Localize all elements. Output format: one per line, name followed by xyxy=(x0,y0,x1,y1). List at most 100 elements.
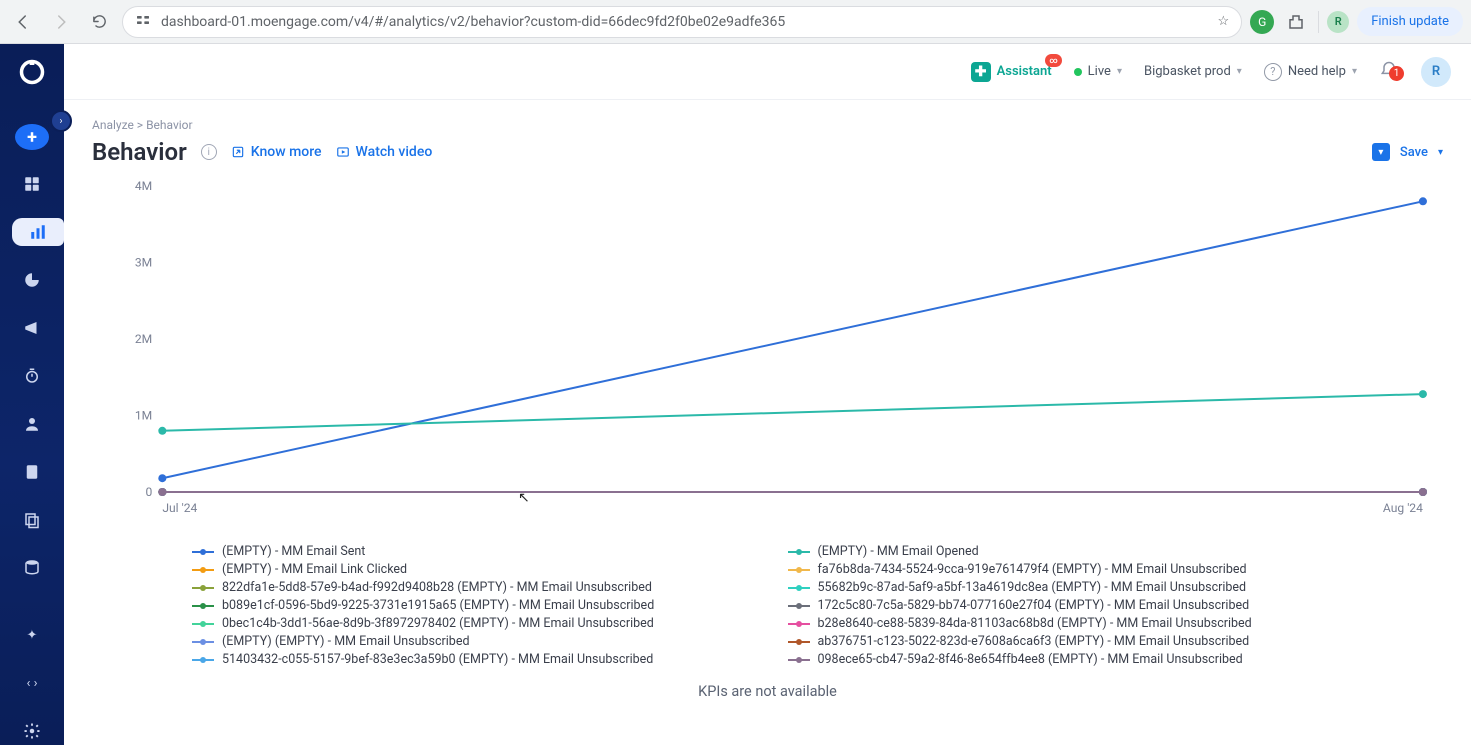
notification-count: 1 xyxy=(1389,66,1404,81)
nav-dashboard-icon[interactable] xyxy=(14,170,50,198)
legend-item[interactable]: 098ece65-cb47-59a2-8f46-8e654ffb4ee8 (EM… xyxy=(788,652,1344,667)
expand-sidebar-button[interactable]: › xyxy=(50,110,72,132)
legend-label: b28e8640-ce88-5839-84da-81103ac68b8d (EM… xyxy=(818,616,1252,631)
nav-timer-icon[interactable] xyxy=(14,362,50,390)
legend-label: 172c5c80-7c5a-5829-bb74-077160e27f04 (EM… xyxy=(818,598,1250,613)
nav-analytics-icon[interactable] xyxy=(12,218,64,246)
environment-selector[interactable]: Live ▾ xyxy=(1074,64,1122,79)
assistant-badge: ∞ xyxy=(1045,54,1061,67)
create-button[interactable]: + xyxy=(15,124,49,150)
legend-label: b089e1cf-0596-5bd9-9225-3731e1915a65 (EM… xyxy=(222,598,654,613)
bookmark-star-icon[interactable]: ☆ xyxy=(1218,14,1230,29)
url-text: dashboard-01.moengage.com/v4/#/analytics… xyxy=(161,14,1208,30)
legend-label: (EMPTY) (EMPTY) - MM Email Unsubscribed xyxy=(222,634,470,649)
legend-item[interactable]: fa76b8da-7434-5524-9cca-919e761479f4 (EM… xyxy=(788,562,1344,577)
svg-text:0: 0 xyxy=(145,485,152,499)
nav-copy-icon[interactable] xyxy=(14,506,50,534)
legend-item[interactable]: 172c5c80-7c5a-5829-bb74-077160e27f04 (EM… xyxy=(788,598,1344,613)
svg-text:Aug '24: Aug '24 xyxy=(1383,501,1423,515)
legend-swatch xyxy=(788,551,810,553)
help-icon: ? xyxy=(1264,63,1282,81)
legend-swatch xyxy=(192,605,214,607)
legend-swatch xyxy=(788,623,810,625)
content-panel: Analyze > Behavior Behavior i Know more … xyxy=(64,100,1471,745)
legend-label: (EMPTY) - MM Email Link Clicked xyxy=(222,562,407,577)
legend-label: (EMPTY) - MM Email Opened xyxy=(818,544,979,559)
notifications-button[interactable]: 1 xyxy=(1379,60,1399,84)
breadcrumb-sep: > xyxy=(137,118,143,132)
legend-item[interactable]: 822dfa1e-5dd8-57e9-b4ad-f992d9408b28 (EM… xyxy=(192,580,748,595)
legend-item[interactable]: (EMPTY) - MM Email Sent xyxy=(192,544,748,559)
save-label: Save xyxy=(1400,145,1428,160)
user-avatar[interactable]: R xyxy=(1421,57,1451,87)
reload-button[interactable] xyxy=(84,7,114,37)
nav-settings-icon[interactable] xyxy=(14,717,50,745)
svg-text:1M: 1M xyxy=(135,409,152,423)
legend-swatch xyxy=(788,569,810,571)
legend-item[interactable]: 55682b9c-87ad-5af9-a5bf-13a4619dc8ea (EM… xyxy=(788,580,1344,595)
legend-item[interactable]: (EMPTY) - MM Email Opened xyxy=(788,544,1344,559)
legend-item[interactable]: (EMPTY) (EMPTY) - MM Email Unsubscribed xyxy=(192,634,748,649)
finish-update-button[interactable]: Finish update xyxy=(1357,7,1463,36)
chevron-down-icon: ▾ xyxy=(1117,66,1122,77)
legend-swatch xyxy=(788,641,810,643)
org-selector[interactable]: Bigbasket prod ▾ xyxy=(1144,64,1242,79)
title-bar: Behavior i Know more Watch video ▾ Save … xyxy=(92,138,1443,166)
nav-users-icon[interactable] xyxy=(14,410,50,438)
legend-item[interactable]: b089e1cf-0596-5bd9-9225-3731e1915a65 (EM… xyxy=(192,598,748,613)
svg-text:Jul '24: Jul '24 xyxy=(162,501,197,515)
back-button[interactable] xyxy=(8,7,38,37)
live-label: Live xyxy=(1088,64,1111,79)
breadcrumb-behavior: Behavior xyxy=(146,118,193,132)
info-icon[interactable]: i xyxy=(201,144,217,160)
legend-item[interactable]: 51403432-c055-5157-9bef-83e3ec3a59b0 (EM… xyxy=(192,652,748,667)
legend-swatch xyxy=(192,587,214,589)
topbar: ✚ Assistant ∞ Live ▾ Bigbasket prod ▾ ? … xyxy=(64,44,1471,100)
watch-video-label: Watch video xyxy=(356,144,433,160)
help-menu[interactable]: ? Need help ▾ xyxy=(1264,63,1357,81)
main: ✚ Assistant ∞ Live ▾ Bigbasket prod ▾ ? … xyxy=(64,44,1471,745)
legend-label: ab376751-c123-5022-823d-e7608a6ca6f3 (EM… xyxy=(818,634,1250,649)
nav-pie-icon[interactable] xyxy=(14,266,50,294)
legend-swatch xyxy=(788,659,810,661)
legend-label: 55682b9c-87ad-5af9-a5bf-13a4619dc8ea (EM… xyxy=(818,580,1247,595)
logo-icon[interactable] xyxy=(17,58,47,86)
legend-label: 51403432-c055-5157-9bef-83e3ec3a59b0 (EM… xyxy=(222,652,653,667)
legend-item[interactable]: (EMPTY) - MM Email Link Clicked xyxy=(192,562,748,577)
forward-button[interactable] xyxy=(46,7,76,37)
chevron-down-icon: ▾ xyxy=(1237,66,1242,77)
assistant-button[interactable]: ✚ Assistant ∞ xyxy=(971,62,1052,82)
line-chart[interactable]: 01M2M3M4MJul '24Aug '24 xyxy=(122,176,1433,516)
chevron-down-icon: ▾ xyxy=(1352,66,1357,77)
profile-avatar[interactable]: R xyxy=(1327,11,1349,33)
know-more-link[interactable]: Know more xyxy=(231,144,322,160)
nav-code-icon[interactable]: ‹ › xyxy=(14,669,50,697)
nav-content-icon[interactable] xyxy=(14,458,50,486)
legend-item[interactable]: ab376751-c123-5022-823d-e7608a6ca6f3 (EM… xyxy=(788,634,1344,649)
legend-item[interactable]: b28e8640-ce88-5839-84da-81103ac68b8d (EM… xyxy=(788,616,1344,631)
legend-swatch xyxy=(788,605,810,607)
assistant-plus-icon: ✚ xyxy=(971,62,991,82)
know-more-label: Know more xyxy=(251,144,322,160)
legend-label: fa76b8da-7434-5524-9cca-919e761479f4 (EM… xyxy=(818,562,1247,577)
help-label: Need help xyxy=(1288,64,1346,79)
breadcrumb-analyze[interactable]: Analyze xyxy=(92,118,134,132)
nav-campaign-icon[interactable] xyxy=(14,314,50,342)
nav-tools-icon[interactable]: ✦ xyxy=(14,621,50,649)
legend-swatch xyxy=(788,587,810,589)
url-bar[interactable]: dashboard-01.moengage.com/v4/#/analytics… xyxy=(122,6,1242,38)
save-icon: ▾ xyxy=(1372,143,1390,161)
breadcrumb: Analyze > Behavior xyxy=(92,118,1443,132)
save-button[interactable]: ▾ Save ▾ xyxy=(1372,143,1443,161)
legend-swatch xyxy=(192,623,214,625)
legend-item[interactable]: 0bec1c4b-3dd1-56ae-8d9b-3f8972978402 (EM… xyxy=(192,616,748,631)
extensions-icon[interactable] xyxy=(1282,8,1310,36)
legend-swatch xyxy=(192,569,214,571)
watch-video-link[interactable]: Watch video xyxy=(336,144,433,160)
nav-data-icon[interactable] xyxy=(14,553,50,581)
site-info-icon[interactable] xyxy=(135,12,151,32)
legend-label: (EMPTY) - MM Email Sent xyxy=(222,544,365,559)
legend-label: 822dfa1e-5dd8-57e9-b4ad-f992d9408b28 (EM… xyxy=(222,580,652,595)
org-label: Bigbasket prod xyxy=(1144,64,1231,79)
grammarly-icon[interactable]: G xyxy=(1250,10,1274,34)
